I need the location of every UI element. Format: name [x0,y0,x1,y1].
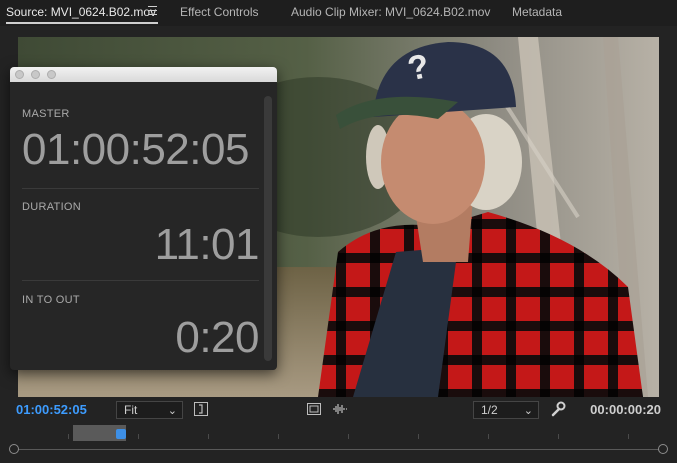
chevron-down-icon: ⌄ [523,405,533,417]
window-scrollbar[interactable] [264,96,272,361]
duration-timecode: 00:00:00:20 [590,402,661,417]
window-close-button[interactable] [15,70,24,79]
current-timecode[interactable]: 01:00:52:05 [16,402,87,417]
master-timecode: 01:00:52:05 [22,125,249,174]
window-zoom-button[interactable] [47,70,56,79]
resolution-select[interactable]: 1/2 ⌄ [473,401,539,419]
resolution-select-value: 1/2 [481,403,498,417]
audio-waveform-icon[interactable] [332,401,348,417]
divider [22,280,259,281]
zoom-scroll-handle-left[interactable] [9,444,19,454]
panel-menu-icon[interactable] [148,6,157,16]
chevron-down-icon: ⌄ [167,405,177,417]
zoom-select-value: Fit [124,403,138,417]
active-tab-indicator [6,22,158,24]
insert-bracket-icon[interactable] [193,401,209,417]
wrench-icon[interactable] [550,401,566,417]
timecode-window[interactable]: MASTER 01:00:52:05 DURATION 11:01 IN TO … [10,67,277,370]
window-minimize-button[interactable] [31,70,40,79]
safe-margins-icon[interactable] [306,401,322,417]
tab-metadata[interactable]: Metadata [512,5,562,19]
panel-tab-bar: Source: MVI_0624.B02.mov Effect Controls… [0,0,677,26]
in-to-out-value: 0:20 [175,313,259,362]
in-to-out-section: IN TO OUT 0:20 [22,294,260,363]
tab-effect-controls[interactable]: Effect Controls [180,5,258,19]
in-to-out-label: IN TO OUT [22,294,80,306]
zoom-scroll-handle-right[interactable] [658,444,668,454]
zoom-scroll-track[interactable] [18,449,659,450]
divider [22,188,259,189]
duration-value: 11:01 [154,220,260,269]
master-section: MASTER 01:00:52:05 [22,108,259,175]
window-title-bar[interactable] [10,67,277,82]
playhead[interactable] [116,429,126,439]
duration-section: DURATION 11:01 [22,201,260,270]
master-label: MASTER [22,108,70,120]
zoom-select[interactable]: Fit ⌄ [116,401,183,419]
tab-audio-clip-mixer[interactable]: Audio Clip Mixer: MVI_0624.B02.mov [291,5,490,19]
tab-source[interactable]: Source: MVI_0624.B02.mov [6,5,156,19]
duration-label: DURATION [22,201,82,213]
